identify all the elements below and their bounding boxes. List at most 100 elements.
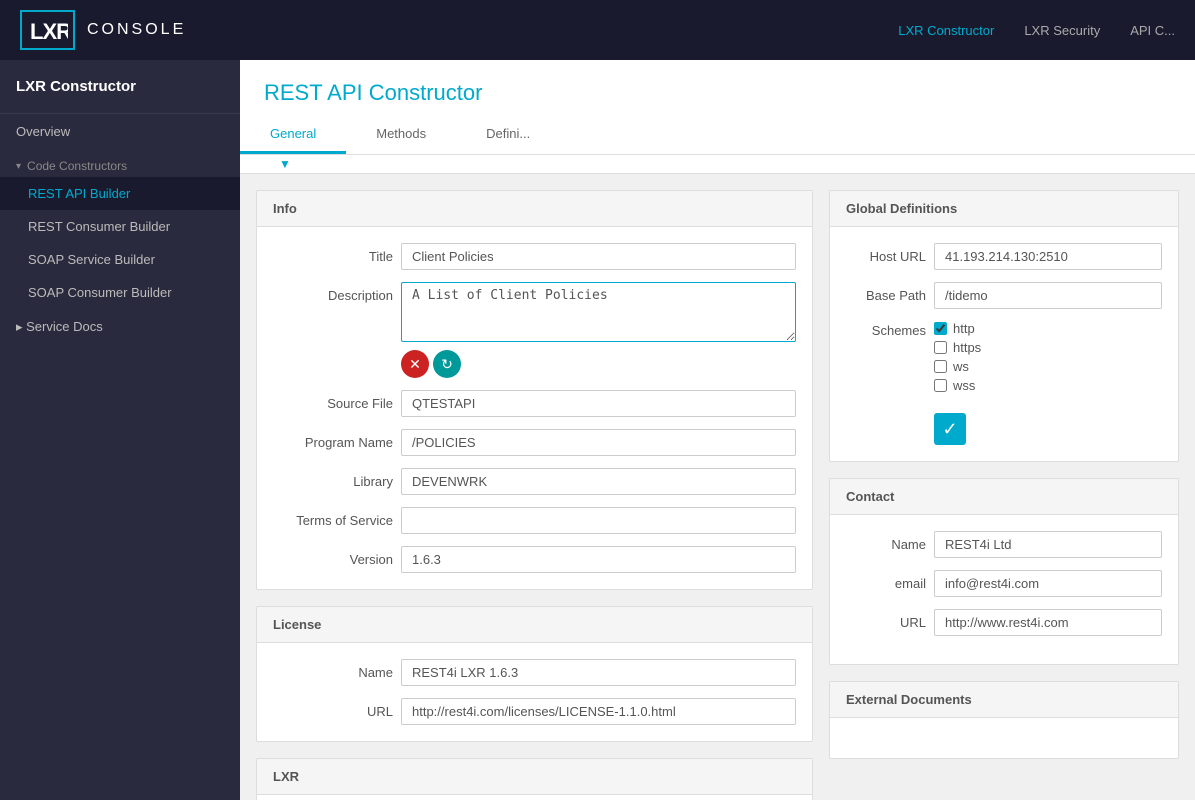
terms-input[interactable] (401, 507, 796, 534)
source-file-input[interactable] (401, 390, 796, 417)
title-input[interactable] (401, 243, 796, 270)
main-layout: LXR Constructor Overview ▾ Code Construc… (0, 60, 1195, 800)
license-card: License Name URL (256, 606, 813, 742)
license-url-label: URL (273, 698, 393, 719)
save-button[interactable]: ✓ (934, 413, 966, 445)
contact-url-input[interactable] (934, 609, 1162, 636)
scheme-https: https (934, 340, 981, 355)
description-label: Description (273, 282, 393, 303)
info-card-body: Title Description A List of Client Polic… (257, 227, 812, 589)
title-label: Title (273, 243, 393, 264)
sidebar-item-rest-consumer-builder[interactable]: REST Consumer Builder (0, 210, 240, 243)
host-url-label: Host URL (846, 249, 926, 264)
license-card-header: License (257, 607, 812, 643)
contact-url-row: URL (846, 609, 1162, 636)
tabs-bar: General Methods Defini... (240, 116, 1195, 154)
contact-card-body: Name email URL (830, 515, 1178, 664)
license-name-input[interactable] (401, 659, 796, 686)
program-name-row: Program Name (273, 429, 796, 456)
delete-button[interactable]: ✕ (401, 350, 429, 378)
scheme-http: http (934, 321, 981, 336)
title-row: Title (273, 243, 796, 270)
version-row: Version (273, 546, 796, 573)
sidebar-item-service-docs[interactable]: ▸ Service Docs (0, 309, 240, 345)
top-nav: LXR CONSOLE LXR Constructor LXR Security… (0, 0, 1195, 60)
tab-methods[interactable]: Methods (346, 116, 456, 154)
page-title-bar: REST API Constructor (240, 60, 1195, 106)
sidebar-item-rest-api-builder[interactable]: REST API Builder (0, 177, 240, 210)
description-col: A List of Client Policies ✕ ↻ (401, 282, 796, 378)
license-url-input[interactable] (401, 698, 796, 725)
lxr-card-header: LXR (257, 759, 812, 795)
right-col: Global Definitions Host URL Base Path (829, 190, 1179, 800)
program-name-input[interactable] (401, 429, 796, 456)
global-defs-body: Host URL Base Path Schemes (830, 227, 1178, 461)
description-textarea[interactable]: A List of Client Policies (401, 282, 796, 342)
page-title: REST API Constructor (264, 80, 1171, 106)
two-col-layout: Info Title Description A List of Client … (240, 174, 1195, 800)
scheme-wss-checkbox[interactable] (934, 379, 947, 392)
left-col: Info Title Description A List of Client … (256, 190, 813, 800)
contact-name-label: Name (846, 537, 926, 552)
scheme-wss: wss (934, 378, 981, 393)
contact-name-input[interactable] (934, 531, 1162, 558)
sidebar-item-soap-service-builder[interactable]: SOAP Service Builder (0, 243, 240, 276)
scheme-https-label: https (953, 340, 981, 355)
info-card-header: Info (257, 191, 812, 227)
logo-area: LXR CONSOLE (20, 10, 186, 50)
schemes-options: http https ws (934, 321, 981, 393)
contact-card: Contact Name email URL (829, 478, 1179, 665)
page-header: REST API Constructor General Methods Def… (240, 60, 1195, 155)
content-area: REST API Constructor General Methods Def… (240, 60, 1195, 800)
scheme-http-checkbox[interactable] (934, 322, 947, 335)
base-path-input[interactable] (934, 282, 1162, 309)
sidebar-item-soap-consumer-builder[interactable]: SOAP Consumer Builder (0, 276, 240, 309)
external-docs-body (830, 718, 1178, 758)
sidebar-section-label: Code Constructors (27, 159, 127, 173)
contact-url-label: URL (846, 615, 926, 630)
external-docs-card: External Documents (829, 681, 1179, 759)
license-name-label: Name (273, 659, 393, 680)
info-card: Info Title Description A List of Client … (256, 190, 813, 590)
host-url-input[interactable] (934, 243, 1162, 270)
scheme-wss-label: wss (953, 378, 975, 393)
contact-name-row: Name (846, 531, 1162, 558)
scheme-http-label: http (953, 321, 975, 336)
library-label: Library (273, 468, 393, 489)
license-url-row: URL (273, 698, 796, 725)
terms-label: Terms of Service (273, 507, 393, 528)
contact-email-row: email (846, 570, 1162, 597)
source-file-row: Source File (273, 390, 796, 417)
sidebar-section-code-constructors[interactable]: ▾ Code Constructors (0, 149, 240, 177)
library-input[interactable] (401, 468, 796, 495)
chevron-right-icon: ▸ (16, 319, 26, 334)
contact-email-input[interactable] (934, 570, 1162, 597)
nav-lxr-constructor[interactable]: LXR Constructor (898, 23, 994, 38)
scheme-ws-checkbox[interactable] (934, 360, 947, 373)
program-name-label: Program Name (273, 429, 393, 450)
top-nav-links: LXR Constructor LXR Security API C... (898, 23, 1175, 38)
library-row: Library (273, 468, 796, 495)
nav-lxr-security[interactable]: LXR Security (1024, 23, 1100, 38)
base-path-label: Base Path (846, 288, 926, 303)
refresh-button[interactable]: ↻ (433, 350, 461, 378)
version-input[interactable] (401, 546, 796, 573)
license-name-row: Name (273, 659, 796, 686)
sidebar: LXR Constructor Overview ▾ Code Construc… (0, 60, 240, 800)
sidebar-item-overview[interactable]: Overview (0, 114, 240, 149)
tab-definitions[interactable]: Defini... (456, 116, 560, 154)
terms-row: Terms of Service (273, 507, 796, 534)
scheme-https-checkbox[interactable] (934, 341, 947, 354)
source-file-label: Source File (273, 390, 393, 411)
tab-general[interactable]: General (240, 116, 346, 154)
scheme-ws-label: ws (953, 359, 969, 374)
description-action-buttons: ✕ ↻ (401, 350, 796, 378)
console-label: CONSOLE (87, 21, 186, 39)
logo-icon: LXR (20, 10, 75, 50)
base-path-row: Base Path (846, 282, 1162, 309)
schemes-label: Schemes (846, 321, 926, 338)
lxr-card-body: Environment (257, 795, 812, 800)
chevron-down-icon: ▾ (16, 161, 21, 172)
contact-card-header: Contact (830, 479, 1178, 515)
nav-api-c[interactable]: API C... (1130, 23, 1175, 38)
